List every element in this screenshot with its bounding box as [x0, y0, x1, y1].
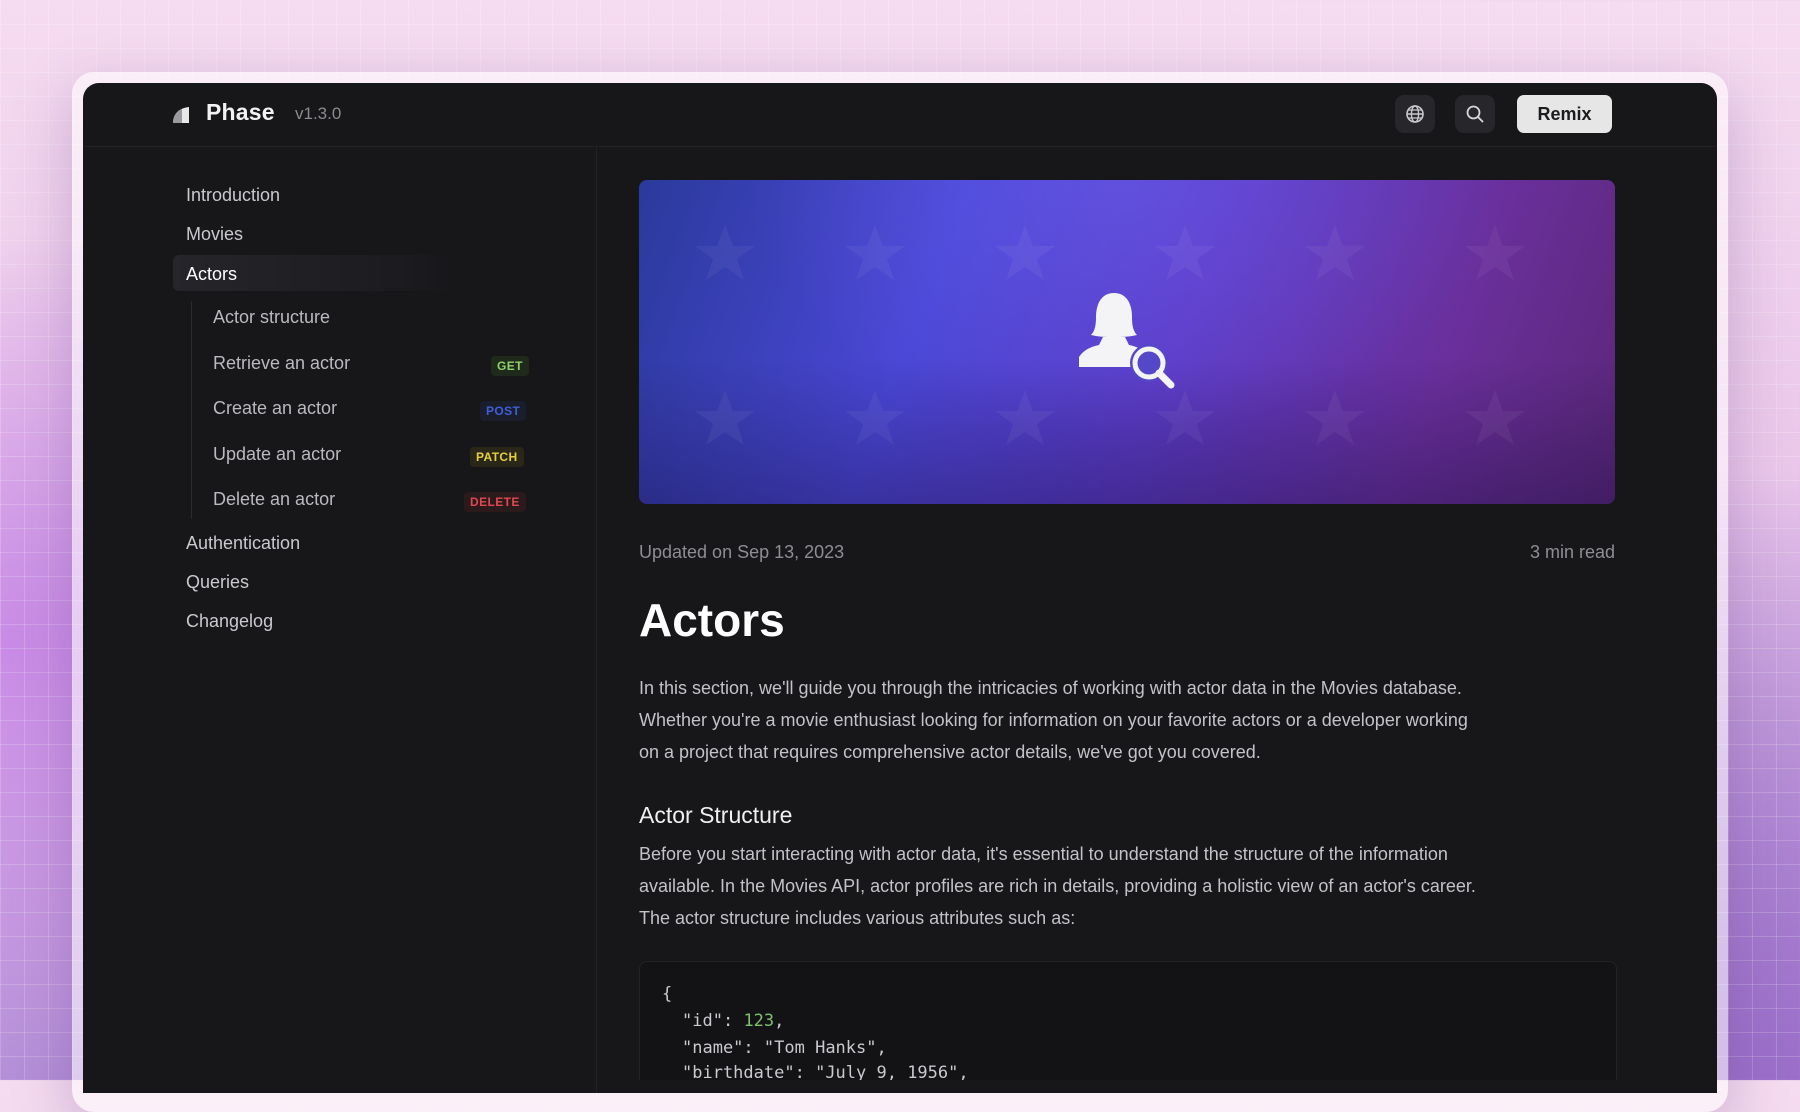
hero-banner: [639, 180, 1615, 504]
code-open-brace: {: [662, 984, 673, 1004]
code-value: "Tom Hanks": [763, 1038, 877, 1058]
intro-line-1: In this section, we'll guide you through…: [639, 678, 1462, 698]
section-line-2: available. In the Movies API, actor prof…: [639, 876, 1476, 896]
code-sep: :: [743, 1038, 764, 1058]
read-time: 3 min read: [1529, 542, 1615, 562]
main-content: Updated on Sep 13, 2023 3 min read Actor…: [83, 83, 1717, 1080]
code-tail: ,: [958, 1063, 969, 1080]
updated-date: Updated on Sep 13, 2023: [639, 542, 845, 562]
actor-search-icon: [1079, 293, 1175, 389]
code-sep: :: [794, 1063, 816, 1080]
page-title: Actors: [639, 594, 785, 646]
code-key: "birthdate": [682, 1063, 795, 1080]
section-line-1: Before you start interacting with actor …: [639, 844, 1448, 864]
code-line-name: "name": "Tom Hanks",: [682, 1038, 887, 1058]
code-tail: ,: [876, 1038, 887, 1058]
intro-line-2: Whether you're a movie enthusiast lookin…: [639, 710, 1468, 730]
intro-line-3: on a project that requires comprehensive…: [639, 742, 1261, 762]
code-value: "July 9, 1956": [815, 1063, 959, 1080]
code-line-id: "id": 123,: [682, 1011, 784, 1031]
code-value: 123: [743, 1011, 775, 1031]
code-tail: ,: [774, 1011, 785, 1031]
section-title-actor-structure: Actor Structure: [639, 802, 793, 828]
code-block[interactable]: { "id": 123, "name": "Tom Hanks", "birth…: [639, 961, 1617, 1080]
section-line-3: The actor structure includes various att…: [639, 908, 1076, 928]
code-key: "id": [682, 1011, 723, 1031]
code-line-birthdate: "birthdate": "July 9, 1956",: [682, 1063, 969, 1080]
code-sep: :: [722, 1011, 744, 1031]
code-key: "name": [682, 1038, 744, 1058]
